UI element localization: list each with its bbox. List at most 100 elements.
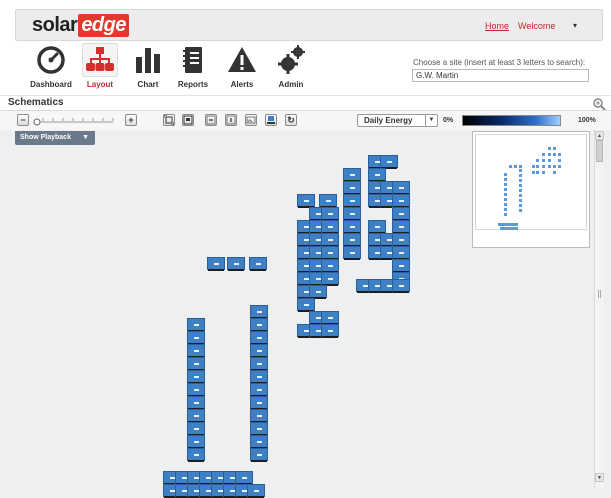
solar-panel-module[interactable]: [392, 181, 410, 195]
solar-panel-module[interactable]: [235, 471, 253, 485]
overview-minimap[interactable]: [472, 131, 590, 248]
solar-panel-module[interactable]: [250, 331, 268, 345]
solar-panel-module[interactable]: [250, 305, 268, 319]
solar-panel-module[interactable]: [250, 318, 268, 332]
solar-panel-module[interactable]: [368, 168, 386, 182]
solar-panel-module[interactable]: [321, 246, 339, 260]
fit-icon: [163, 114, 175, 126]
solar-panel-module[interactable]: [187, 435, 205, 449]
scroll-up-icon[interactable]: ▲: [595, 131, 604, 140]
physical-view-button[interactable]: [205, 114, 217, 126]
solar-panel-module[interactable]: [187, 448, 205, 462]
minimap-module-dot: [519, 204, 522, 207]
solar-panel-module[interactable]: [297, 298, 315, 312]
nav-admin-label: Admin: [278, 80, 304, 89]
scale-max-label: 100%: [578, 117, 596, 124]
solar-panel-module[interactable]: [321, 207, 339, 221]
minimap-module-dot: [504, 178, 507, 181]
scroll-down-icon[interactable]: ▼: [595, 473, 604, 482]
image-view-button[interactable]: [245, 114, 257, 126]
solar-panel-module[interactable]: [392, 259, 410, 273]
fit-to-screen-button[interactable]: [163, 114, 175, 126]
solar-panel-module[interactable]: [321, 233, 339, 247]
solar-panel-module[interactable]: [249, 257, 267, 271]
metric-select-value: Daily Energy: [364, 116, 413, 125]
solar-panel-module[interactable]: [187, 409, 205, 423]
vertical-scrollbar[interactable]: ▲ ▼: [594, 130, 604, 488]
nav-chart[interactable]: Chart: [124, 43, 172, 91]
solar-panel-module[interactable]: [343, 168, 361, 182]
metric-select[interactable]: Daily Energy ▼: [357, 114, 438, 127]
zoom-slider[interactable]: [33, 116, 115, 126]
zoom-magnifier-icon[interactable]: [592, 97, 606, 111]
solar-panel-module[interactable]: [392, 194, 410, 208]
solar-panel-module[interactable]: [392, 220, 410, 234]
zoom-out-button[interactable]: −: [17, 114, 29, 126]
solar-panel-module[interactable]: [392, 233, 410, 247]
show-playback-button[interactable]: Show Playback ▼: [15, 131, 95, 145]
minimap-module-dot: [542, 171, 545, 174]
header-divider: [0, 95, 611, 96]
nav-reports[interactable]: Reports: [169, 43, 217, 91]
solar-panel-module[interactable]: [343, 233, 361, 247]
solar-panel-module[interactable]: [187, 383, 205, 397]
inverter-view-button[interactable]: [265, 114, 277, 126]
solar-panel-module[interactable]: [187, 357, 205, 371]
solar-panel-module[interactable]: [187, 370, 205, 384]
solar-panel-module[interactable]: [343, 181, 361, 195]
solar-panel-module[interactable]: [321, 324, 339, 338]
home-link[interactable]: Home: [485, 21, 509, 31]
minimap-module-dot: [536, 165, 539, 168]
solar-panel-module[interactable]: [380, 155, 398, 169]
logical-layout-icon: [183, 115, 193, 125]
solar-panel-module[interactable]: [250, 435, 268, 449]
solar-panel-module[interactable]: [321, 220, 339, 234]
solar-panel-module[interactable]: [297, 194, 315, 208]
solar-panel-module[interactable]: [250, 344, 268, 358]
solar-panel-module[interactable]: [343, 220, 361, 234]
nav-admin[interactable]: Admin: [267, 43, 315, 91]
solar-panel-module[interactable]: [250, 409, 268, 423]
solar-panel-module[interactable]: [187, 318, 205, 332]
solar-panel-module[interactable]: [187, 344, 205, 358]
inverter-icon: [267, 116, 275, 124]
solar-panel-module[interactable]: [227, 257, 245, 271]
refresh-button[interactable]: ↻: [285, 114, 297, 126]
solar-panel-module[interactable]: [343, 207, 361, 221]
solar-panel-module[interactable]: [247, 484, 265, 498]
solar-panel-module[interactable]: [343, 246, 361, 260]
minimap-module-dot: [504, 203, 507, 206]
solar-panel-module[interactable]: [250, 448, 268, 462]
solar-panel-module[interactable]: [309, 285, 327, 299]
solar-panel-module[interactable]: [392, 279, 410, 293]
solar-panel-module[interactable]: [250, 357, 268, 371]
solar-panel-module[interactable]: [250, 370, 268, 384]
gears-icon: [278, 45, 305, 74]
nav-layout[interactable]: Layout: [76, 43, 124, 91]
nav-dashboard[interactable]: Dashboard: [27, 43, 75, 91]
solar-panel-module[interactable]: [187, 422, 205, 436]
solar-panel-module[interactable]: [392, 207, 410, 221]
solar-panel-module[interactable]: [250, 396, 268, 410]
zoom-in-button[interactable]: +: [125, 114, 137, 126]
nav-alerts[interactable]: Alerts: [218, 43, 266, 91]
site-search-input[interactable]: G.W. Martin: [412, 69, 589, 82]
solar-panel-module[interactable]: [250, 383, 268, 397]
solar-panel-module[interactable]: [319, 194, 337, 208]
solar-panel-module[interactable]: [187, 396, 205, 410]
modules-view-button[interactable]: [225, 114, 237, 126]
solaredge-logo[interactable]: solar edge: [32, 14, 129, 37]
schematic-canvas[interactable]: Show Playback ▼ ▲ ▼: [0, 130, 611, 498]
solar-panel-module[interactable]: [343, 194, 361, 208]
solar-panel-module[interactable]: [321, 272, 339, 286]
solar-panel-module[interactable]: [207, 257, 225, 271]
user-menu-caret-icon[interactable]: ▾: [573, 21, 577, 30]
solar-panel-module[interactable]: [187, 331, 205, 345]
scroll-thumb[interactable]: [596, 140, 603, 162]
solar-panel-module[interactable]: [250, 422, 268, 436]
logical-view-button[interactable]: [182, 114, 194, 126]
solar-panel-module[interactable]: [321, 311, 339, 325]
solar-panel-module[interactable]: [392, 246, 410, 260]
solar-panel-module[interactable]: [368, 220, 386, 234]
solar-panel-module[interactable]: [321, 259, 339, 273]
